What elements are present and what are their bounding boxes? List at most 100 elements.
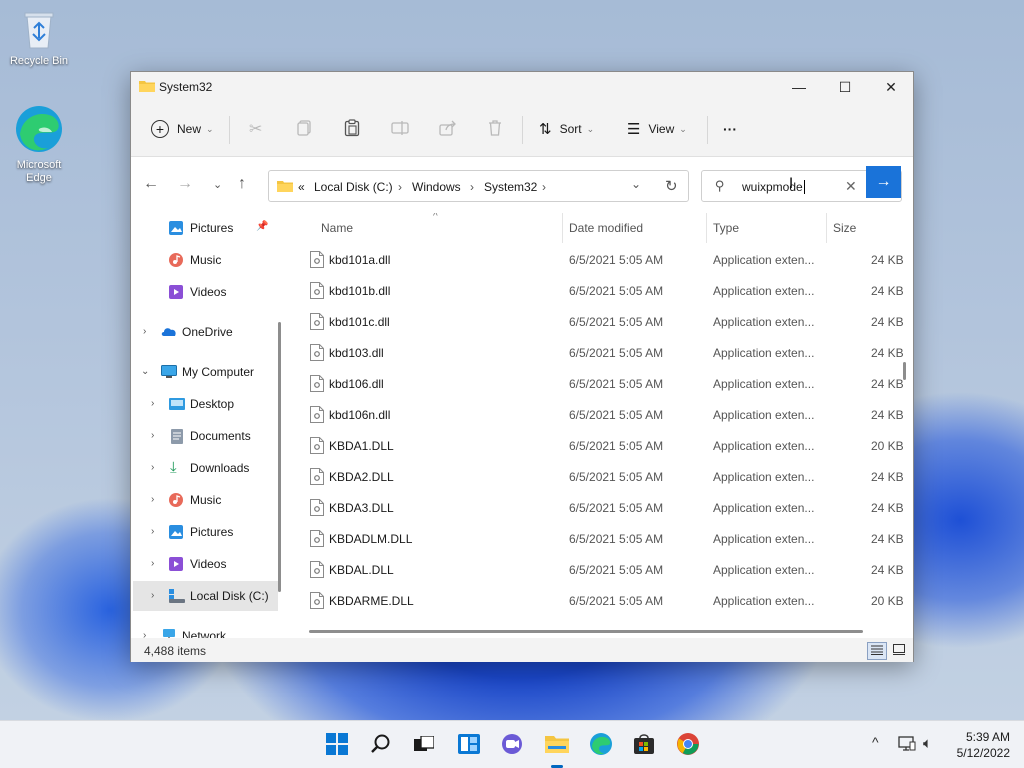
file-row[interactable]: kbd101a.dll 6/5/2021 5:05 AM Application e… [291, 245, 904, 276]
expand-chevron-icon[interactable]: › [151, 590, 154, 601]
sidebar-item-local-disk[interactable]: › Local Disk (C:) [133, 581, 278, 611]
file-explorer-taskbar-button[interactable] [543, 731, 571, 759]
expand-chevron-icon[interactable]: › [151, 558, 154, 569]
task-view-button[interactable] [410, 731, 438, 759]
maximize-button[interactable]: ☐ [822, 72, 868, 102]
volume-tray-button[interactable]: 🔈︎ [923, 735, 932, 752]
column-header-name[interactable]: Name [321, 213, 353, 243]
sidebar-item-onedrive[interactable]: › OneDrive [131, 317, 276, 347]
file-date-modified: 6/5/2021 5:05 AM [569, 253, 664, 267]
file-row[interactable]: kbd106.dll 6/5/2021 5:05 AM Application ex… [291, 369, 904, 400]
file-row[interactable]: KBDA3.DLL 6/5/2021 5:05 AM Application ext… [291, 493, 904, 524]
expand-chevron-icon[interactable]: › [151, 430, 154, 441]
expand-chevron-icon[interactable]: › [151, 398, 154, 409]
file-date-modified: 6/5/2021 5:05 AM [569, 594, 664, 608]
search-submit-button[interactable]: → [866, 166, 901, 198]
recent-locations-button[interactable]: ⌄ [213, 178, 222, 191]
address-bar[interactable]: « Local Disk (C:) › Windows › System32 ›… [268, 170, 689, 202]
expand-chevron-icon[interactable]: › [143, 326, 146, 337]
file-explorer-window: System32 — ☐ ✕ + New ⌄ ✂ ⇅ Sort ⌄ ☰ View… [130, 71, 914, 662]
cut-button[interactable]: ✂ [249, 114, 262, 144]
breadcrumb-separator[interactable]: › [470, 180, 474, 194]
edge-taskbar-button[interactable] [587, 731, 615, 759]
sidebar-item-my-computer[interactable]: ⌄ My Computer [131, 357, 276, 387]
sidebar-item-music[interactable]: › Music [131, 485, 276, 515]
column-divider[interactable] [706, 213, 707, 243]
new-button[interactable]: + New ⌄ [151, 114, 214, 144]
breadcrumb-separator[interactable]: › [542, 180, 546, 194]
details-view-button[interactable] [867, 642, 887, 660]
search-taskbar-button[interactable] [367, 731, 395, 759]
column-header-type[interactable]: Type [713, 213, 739, 243]
delete-button[interactable] [488, 114, 502, 144]
file-list-vertical-scrollbar[interactable] [903, 362, 906, 380]
start-button[interactable] [323, 731, 351, 759]
collapse-chevron-icon[interactable]: ⌄ [141, 366, 149, 377]
clock[interactable]: 5:39 AM 5/12/2022 [950, 729, 1010, 761]
column-divider[interactable] [562, 213, 563, 243]
sidebar-item-documents[interactable]: › Documents [131, 421, 276, 451]
search-input[interactable]: wuixpmode [742, 180, 805, 194]
file-row[interactable]: KBDAL.DLL 6/5/2021 5:05 AM Application ext… [291, 555, 904, 586]
file-row[interactable]: KBDA2.DLL 6/5/2021 5:05 AM Application ext… [291, 462, 904, 493]
sidebar-item-downloads[interactable]: › ⤓ Downloads [131, 453, 276, 483]
title-bar[interactable]: System32 — ☐ ✕ [131, 72, 913, 102]
forward-button[interactable]: → [177, 175, 193, 193]
breadcrumb-windows[interactable]: Windows [412, 180, 461, 194]
dll-file-icon [310, 406, 324, 426]
show-hidden-icons-button[interactable]: ^ [872, 734, 879, 750]
expand-chevron-icon[interactable]: › [151, 494, 154, 505]
navigation-pane-scrollbar[interactable] [278, 322, 281, 592]
rename-button[interactable] [391, 114, 409, 144]
file-row[interactable]: kbd101c.dll 6/5/2021 5:05 AM Application e… [291, 307, 904, 338]
widgets-button[interactable] [455, 731, 483, 759]
copy-button[interactable] [297, 114, 311, 144]
breadcrumb-separator[interactable]: › [398, 180, 402, 194]
refresh-icon[interactable]: ↻ [665, 177, 678, 195]
breadcrumb-local-disk[interactable]: Local Disk (C:) [314, 180, 393, 194]
share-button[interactable] [439, 114, 457, 144]
sidebar-item-pictures-quick[interactable]: Pictures 📌 [131, 213, 276, 243]
file-row[interactable]: KBDA1.DLL 6/5/2021 5:05 AM Application ext… [291, 431, 904, 462]
column-header-date[interactable]: Date modified [569, 213, 643, 243]
chrome-button[interactable] [674, 731, 702, 759]
edge-desktop-icon[interactable]: Microsoft Edge [4, 104, 74, 185]
file-row[interactable]: KBDARME.DLL 6/5/2021 5:05 AM Application e… [291, 586, 904, 617]
more-icon: ··· [723, 121, 737, 137]
breadcrumb-overflow[interactable]: « [298, 180, 305, 194]
sidebar-item-music-quick[interactable]: Music [131, 245, 276, 275]
back-button[interactable]: ← [143, 175, 159, 193]
sort-button[interactable]: ⇅ Sort ⌄ [539, 114, 594, 144]
file-row[interactable]: kbd101b.dll 6/5/2021 5:05 AM Application e… [291, 276, 904, 307]
expand-chevron-icon[interactable]: › [151, 462, 154, 473]
up-button[interactable]: ↑ [238, 175, 246, 193]
file-size: 24 KB [871, 315, 904, 329]
sidebar-item-pictures[interactable]: › Pictures [131, 517, 276, 547]
sort-icon: ⇅ [539, 121, 552, 138]
breadcrumb-system32[interactable]: System32 [484, 180, 537, 194]
chat-button[interactable] [498, 731, 526, 759]
edge-label: Microsoft Edge [16, 159, 62, 184]
file-row[interactable]: kbd103.dll 6/5/2021 5:05 AM Application ex… [291, 338, 904, 369]
file-type: Application exten... [713, 439, 815, 453]
sidebar-item-videos-quick[interactable]: Videos [131, 277, 276, 307]
file-list-horizontal-scrollbar[interactable] [309, 630, 863, 633]
store-button[interactable] [630, 731, 658, 759]
recycle-bin-desktop-icon[interactable]: Recycle Bin [4, 10, 74, 67]
thumbnail-view-button[interactable] [889, 642, 909, 660]
close-button[interactable]: ✕ [868, 72, 914, 102]
more-options-button[interactable]: ··· [723, 114, 737, 144]
address-history-chevron-icon[interactable]: ⌄ [631, 177, 641, 191]
column-divider[interactable] [826, 213, 827, 243]
expand-chevron-icon[interactable]: › [151, 526, 154, 537]
view-button[interactable]: ☰ View ⌄ [627, 114, 687, 144]
clear-search-icon[interactable]: ✕ [845, 178, 857, 195]
column-header-size[interactable]: Size [833, 213, 856, 243]
minimize-button[interactable]: — [776, 72, 822, 102]
sidebar-item-desktop[interactable]: › Desktop [131, 389, 276, 419]
file-row[interactable]: kbd106n.dll 6/5/2021 5:05 AM Application e… [291, 400, 904, 431]
sidebar-item-videos[interactable]: › Videos [131, 549, 276, 579]
network-tray-button[interactable] [898, 736, 916, 755]
paste-button[interactable] [344, 114, 360, 144]
file-row[interactable]: KBDADLM.DLL 6/5/2021 5:05 AM Application e… [291, 524, 904, 555]
